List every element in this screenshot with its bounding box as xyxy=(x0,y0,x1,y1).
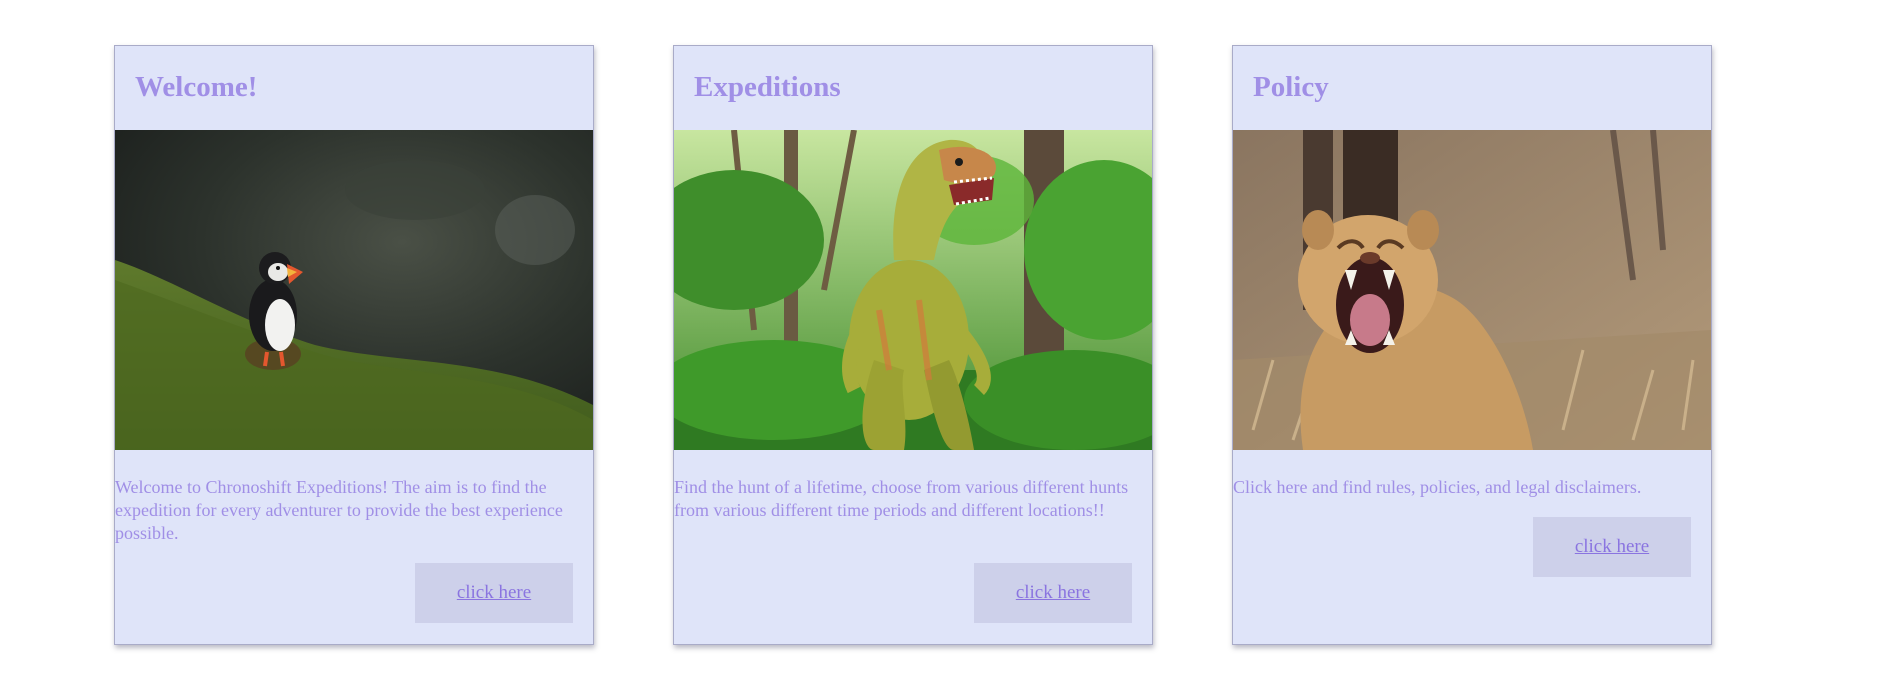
puffin-photo xyxy=(115,130,593,450)
dinosaur-photo xyxy=(674,130,1152,450)
card-title: Policy xyxy=(1253,71,1329,103)
card-grid: Welcome! Welcome to Chronoshift Expediti… xyxy=(0,0,1877,682)
card-title: Expeditions xyxy=(694,71,841,103)
card-description: Welcome to Chronoshift Expeditions! The … xyxy=(115,477,563,543)
roaring-lioness-photo xyxy=(1233,130,1711,450)
click-here-link[interactable]: click here xyxy=(1575,536,1649,558)
card-welcome: Welcome! Welcome to Chronoshift Expediti… xyxy=(114,45,594,645)
card-title: Welcome! xyxy=(135,71,258,103)
click-here-link[interactable]: click here xyxy=(1016,582,1090,604)
click-here-button[interactable]: click here xyxy=(974,563,1132,623)
card-expeditions: Expeditions Find the hunt of a lifetime,… xyxy=(673,45,1153,645)
click-here-button[interactable]: click here xyxy=(1533,517,1691,577)
card-policy: Policy Click here and find rules, polici… xyxy=(1232,45,1712,645)
click-here-link[interactable]: click here xyxy=(457,582,531,604)
card-description: Find the hunt of a lifetime, choose from… xyxy=(674,477,1129,520)
click-here-button[interactable]: click here xyxy=(415,563,573,623)
card-description: Click here and find rules, policies, and… xyxy=(1233,477,1642,497)
